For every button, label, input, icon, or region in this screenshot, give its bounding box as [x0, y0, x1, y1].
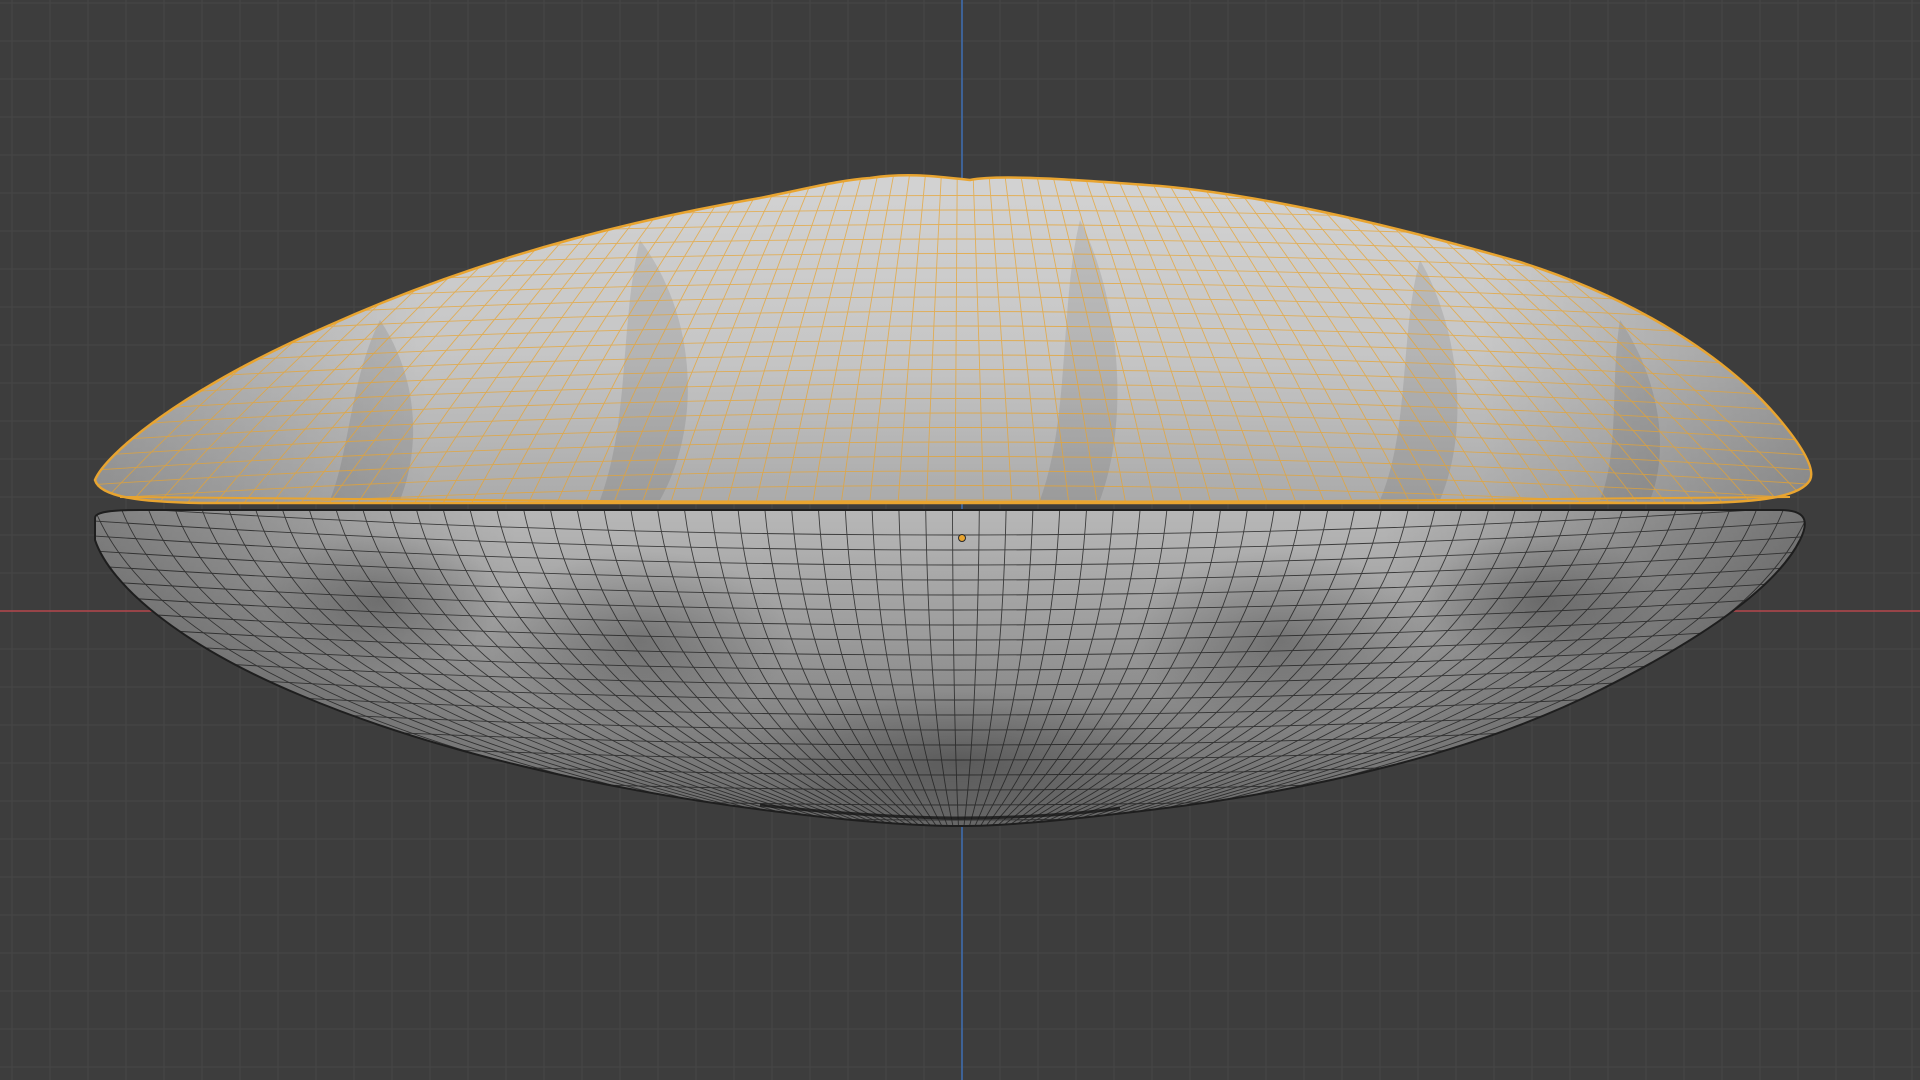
viewport-canvas[interactable]	[0, 0, 1920, 1080]
object-origin-icon[interactable]	[958, 534, 966, 542]
3d-viewport[interactable]	[0, 0, 1920, 1080]
